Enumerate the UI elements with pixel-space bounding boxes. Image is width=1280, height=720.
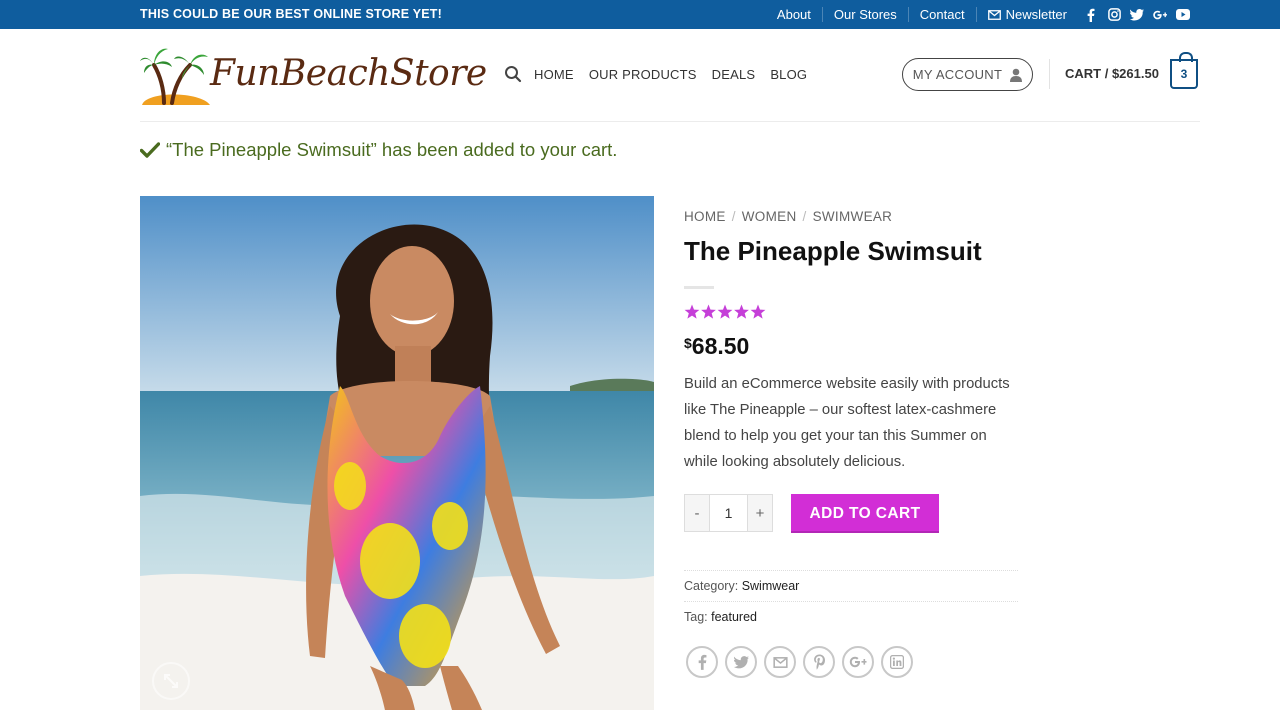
category-label: Category: [684, 579, 739, 593]
top-link-newsletter[interactable]: Newsletter [975, 7, 1078, 22]
star-rating [684, 304, 766, 319]
tag-link[interactable]: featured [711, 610, 757, 624]
main-nav: HOME OUR PRODUCTS DEALS BLOG [504, 65, 822, 83]
top-bar: THIS COULD BE OUR BEST ONLINE STORE YET!… [0, 0, 1280, 29]
product-title: The Pineapple Swimsuit [684, 236, 982, 266]
quantity-decrease-button[interactable]: - [685, 495, 709, 531]
product-price: $68.50 [684, 333, 749, 360]
top-link-about[interactable]: About [766, 7, 822, 22]
breadcrumb-separator: / [731, 209, 736, 224]
cart-label: CART / [1065, 66, 1112, 81]
breadcrumb-home[interactable]: HOME [684, 209, 726, 224]
twitter-icon[interactable] [1130, 8, 1144, 22]
cart-notice: “The Pineapple Swimsuit” has been added … [140, 139, 617, 161]
expand-icon [164, 674, 178, 688]
star-icon [717, 304, 733, 319]
star-icon [701, 304, 716, 319]
quantity-increase-button[interactable]: + [748, 495, 772, 531]
quantity-stepper: - 1 + [684, 494, 773, 532]
cart-amount: $261.50 [1111, 66, 1159, 81]
youtube-icon[interactable] [1176, 8, 1190, 22]
zoom-button[interactable] [152, 662, 190, 700]
product-photo [140, 196, 654, 710]
share-icons [686, 646, 913, 678]
product-tag: Tag: featured [684, 601, 1018, 624]
site-header: FunBeachStore HOME OUR PRODUCTS DEALS BL… [0, 29, 1280, 121]
top-link-our-stores[interactable]: Our Stores [821, 7, 908, 22]
star-icon [734, 304, 749, 319]
breadcrumb-women[interactable]: WOMEN [742, 209, 797, 224]
top-nav: About Our Stores Contact Newsletter [766, 0, 1190, 29]
facebook-icon[interactable] [1084, 8, 1098, 22]
nav-blog[interactable]: BLOG [770, 67, 807, 82]
site-logo[interactable]: FunBeachStore [140, 43, 487, 107]
breadcrumb-separator: / [802, 209, 807, 224]
price-value: 68.50 [691, 333, 750, 359]
my-account-button[interactable]: MY ACCOUNT [902, 58, 1033, 91]
cart-count: 3 [1180, 67, 1188, 81]
promo-text: THIS COULD BE OUR BEST ONLINE STORE YET! [140, 7, 443, 21]
palm-tree-icon [140, 48, 210, 105]
title-divider [684, 286, 714, 289]
top-link-contact[interactable]: Contact [907, 7, 976, 22]
product-category: Category: Swimwear [684, 570, 1018, 593]
search-icon[interactable] [504, 65, 522, 83]
cart-link[interactable]: CART / $261.50 [1065, 66, 1159, 81]
checkmark-icon [140, 142, 160, 158]
newsletter-label: Newsletter [1005, 7, 1067, 22]
instagram-icon[interactable] [1107, 8, 1121, 22]
share-twitter-icon[interactable] [725, 646, 757, 678]
nav-our-products[interactable]: OUR PRODUCTS [589, 67, 697, 82]
price-currency: $ [684, 335, 692, 351]
google-plus-icon[interactable] [1153, 8, 1167, 22]
nav-deals[interactable]: DEALS [712, 67, 756, 82]
breadcrumb-swimwear[interactable]: SWIMWEAR [813, 209, 893, 224]
header-divider [1049, 59, 1050, 89]
product-image[interactable] [140, 196, 654, 710]
share-pinterest-icon[interactable] [803, 646, 835, 678]
star-icon [750, 304, 766, 319]
tag-label: Tag: [684, 610, 708, 624]
cart-bag-icon[interactable]: 3 [1170, 52, 1198, 89]
product-description: Build an eCommerce website easily with p… [684, 376, 1010, 470]
cart-notice-text: “The Pineapple Swimsuit” has been added … [166, 139, 618, 160]
envelope-icon [987, 9, 1001, 20]
social-links [1084, 8, 1190, 22]
category-link[interactable]: Swimwear [742, 579, 800, 593]
share-email-icon[interactable] [764, 646, 796, 678]
star-icon [684, 304, 700, 319]
header-divider-line [140, 121, 1200, 122]
share-linkedin-icon[interactable] [881, 646, 913, 678]
user-icon [1010, 68, 1023, 82]
breadcrumb: HOME / WOMEN / SWIMWEAR [684, 209, 892, 224]
quantity-input[interactable]: 1 [709, 495, 748, 531]
share-google-plus-icon[interactable] [842, 646, 874, 678]
my-account-label: MY ACCOUNT [912, 67, 1003, 82]
nav-home[interactable]: HOME [534, 67, 574, 82]
share-facebook-icon[interactable] [686, 646, 718, 678]
add-to-cart-button[interactable]: ADD TO CART [791, 494, 939, 533]
logo-text: FunBeachStore [210, 53, 487, 94]
